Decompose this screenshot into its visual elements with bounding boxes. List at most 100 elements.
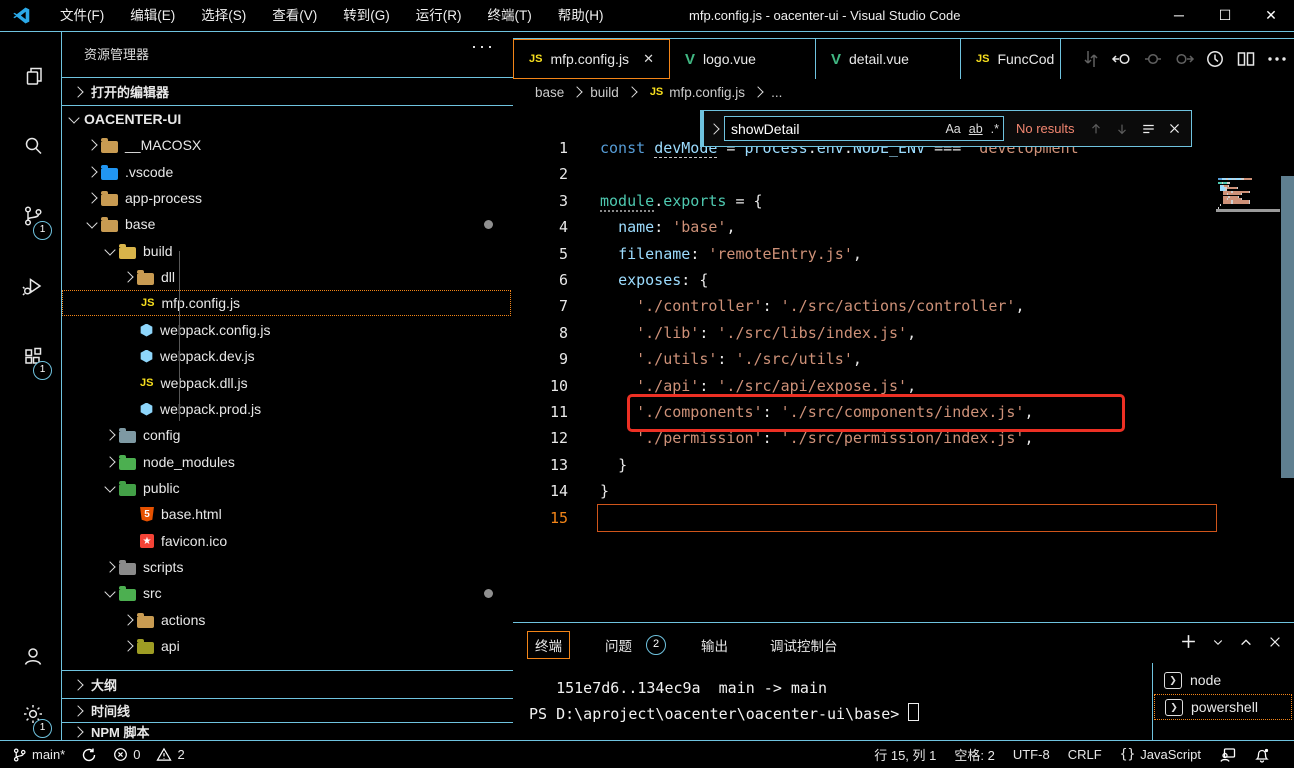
terminal-output[interactable]: 151e7d6..134ec9a main -> mainPS D:\aproj… bbox=[529, 675, 919, 727]
status-feedback[interactable] bbox=[1219, 747, 1236, 763]
status-cursor-position[interactable]: 行 15, 列 1 bbox=[874, 745, 936, 764]
tree-item-actions[interactable]: actions bbox=[62, 607, 511, 633]
regex-toggle[interactable]: .* bbox=[991, 122, 999, 136]
tree-item-base[interactable]: base bbox=[62, 211, 511, 237]
line-content: name: 'base', bbox=[600, 214, 735, 240]
minimize-button[interactable]: ─ bbox=[1156, 0, 1202, 31]
status-notifications[interactable] bbox=[1254, 747, 1270, 763]
tree-item-webpack.config.js[interactable]: webpack.config.js bbox=[62, 317, 511, 343]
timeline-button[interactable] bbox=[1202, 46, 1228, 72]
status-indentation[interactable]: 空格: 2 bbox=[954, 745, 994, 764]
terminal-dropdown-button[interactable] bbox=[1212, 636, 1224, 648]
activity-run-debug[interactable] bbox=[0, 260, 61, 312]
find-previous-icon[interactable] bbox=[1089, 122, 1103, 136]
menu-item-4[interactable]: 转到(G) bbox=[330, 0, 403, 31]
js-icon: JS bbox=[140, 377, 153, 389]
breadcrumb-item-...[interactable]: ... bbox=[771, 85, 782, 100]
tree-item-scripts[interactable]: scripts bbox=[62, 554, 511, 580]
tree-item-app-process[interactable]: app-process bbox=[62, 185, 511, 211]
section-1[interactable]: 时间线 bbox=[62, 698, 513, 722]
tab-detail.vue[interactable]: Vdetail.vue bbox=[816, 39, 961, 79]
breadcrumb-item-mfp.config.js[interactable]: JSmfp.config.js bbox=[645, 85, 745, 100]
tree-item-webpack.dev.js[interactable]: webpack.dev.js bbox=[62, 343, 511, 369]
status-eol[interactable]: CRLF bbox=[1068, 747, 1102, 762]
menu-item-2[interactable]: 选择(S) bbox=[188, 0, 259, 31]
status-git-branch[interactable]: main* bbox=[12, 747, 65, 763]
open-editors-section[interactable]: 打开的编辑器 bbox=[62, 77, 513, 106]
find-next-icon[interactable] bbox=[1115, 122, 1129, 136]
close-button[interactable]: ✕ bbox=[1248, 0, 1294, 31]
breadcrumb-item-base[interactable]: base bbox=[535, 85, 564, 100]
panel-tab-终端[interactable]: 终端 bbox=[527, 631, 570, 659]
section-2[interactable]: NPM 脚本 bbox=[62, 722, 513, 740]
toggle-replace-icon[interactable] bbox=[708, 123, 719, 134]
section-0[interactable]: 大纲 bbox=[62, 670, 513, 698]
status-sync[interactable] bbox=[81, 747, 97, 763]
maximize-button[interactable]: ☐ bbox=[1202, 0, 1248, 31]
panel-tab-label: 调试控制台 bbox=[763, 632, 845, 658]
menu-item-3[interactable]: 查看(V) bbox=[259, 0, 330, 31]
activity-extensions[interactable]: 1 bbox=[0, 330, 61, 382]
menu-item-6[interactable]: 终端(T) bbox=[475, 0, 545, 31]
tree-item-mfp.config.js[interactable]: JSmfp.config.js bbox=[62, 290, 511, 316]
match-case-toggle[interactable]: Aa bbox=[945, 122, 960, 136]
current-change-button[interactable] bbox=[1140, 46, 1166, 72]
sidebar-more-actions[interactable]: ··· bbox=[471, 36, 495, 57]
tab-FuncCod[interactable]: JSFuncCod bbox=[961, 39, 1061, 79]
status-warnings[interactable]: 2 bbox=[156, 747, 184, 762]
tree-item-config[interactable]: config bbox=[62, 422, 511, 448]
compare-changes-button[interactable] bbox=[1078, 46, 1104, 72]
menu-item-0[interactable]: 文件(F) bbox=[47, 0, 117, 31]
tree-item-build[interactable]: build bbox=[62, 238, 511, 264]
tab-logo.vue[interactable]: Vlogo.vue bbox=[670, 39, 816, 79]
tab-mfp.config.js[interactable]: JSmfp.config.js✕ bbox=[513, 39, 670, 79]
breadcrumb-item-build[interactable]: build bbox=[590, 85, 619, 100]
previous-change-button[interactable] bbox=[1109, 46, 1135, 72]
split-editor-button[interactable] bbox=[1233, 46, 1259, 72]
close-icon[interactable]: ✕ bbox=[643, 51, 654, 67]
tree-item-.vscode[interactable]: .vscode bbox=[62, 159, 511, 185]
tree-item-public[interactable]: public bbox=[62, 475, 511, 501]
panel-tab-问题[interactable]: 问题2 bbox=[598, 632, 666, 658]
close-panel-button[interactable] bbox=[1268, 635, 1282, 649]
activity-search[interactable] bbox=[0, 120, 61, 172]
tree-item-dll[interactable]: dll bbox=[62, 264, 511, 290]
status-encoding[interactable]: UTF-8 bbox=[1013, 747, 1050, 762]
new-terminal-button[interactable] bbox=[1180, 633, 1197, 650]
tree-item-webpack.prod.js[interactable]: webpack.prod.js bbox=[62, 396, 511, 422]
whole-word-toggle[interactable]: ab bbox=[969, 122, 983, 136]
activity-account[interactable] bbox=[0, 630, 61, 682]
tree-item-OACENTER-UI[interactable]: OACENTER-UI bbox=[62, 106, 511, 132]
tree-item-src[interactable]: src bbox=[62, 580, 511, 606]
terminal-instance-node[interactable]: ❯node bbox=[1154, 667, 1292, 693]
activity-settings[interactable]: 1 bbox=[0, 688, 61, 740]
tree-item-__MACOSX[interactable]: __MACOSX bbox=[62, 132, 511, 158]
panel-tab-调试控制台[interactable]: 调试控制台 bbox=[763, 632, 845, 658]
find-in-selection-icon[interactable] bbox=[1141, 122, 1156, 136]
maximize-panel-button[interactable] bbox=[1239, 635, 1253, 649]
status-language-mode[interactable]: {}JavaScript bbox=[1120, 747, 1201, 762]
find-input[interactable] bbox=[725, 121, 941, 137]
menu-item-5[interactable]: 运行(R) bbox=[403, 0, 475, 31]
minimap-line bbox=[1249, 191, 1250, 193]
line-number: 6 bbox=[513, 267, 568, 293]
tree-item-webpack.dll.js[interactable]: JSwebpack.dll.js bbox=[62, 370, 511, 396]
terminal-instance-powershell[interactable]: ❯powershell bbox=[1154, 694, 1292, 720]
activity-source-control[interactable]: 1 bbox=[0, 190, 61, 242]
menu-item-1[interactable]: 编辑(E) bbox=[117, 0, 188, 31]
tree-item-api[interactable]: api bbox=[62, 633, 511, 659]
panel-tab-输出[interactable]: 输出 bbox=[694, 632, 735, 658]
menu-item-7[interactable]: 帮助(H) bbox=[545, 0, 617, 31]
activity-explorer[interactable] bbox=[0, 50, 61, 102]
vertical-scrollbar[interactable] bbox=[1281, 176, 1294, 478]
find-close-icon[interactable] bbox=[1168, 122, 1181, 135]
next-change-button[interactable] bbox=[1171, 46, 1197, 72]
tree-item-favicon.ico[interactable]: ★favicon.ico bbox=[62, 528, 511, 554]
tree-item-label: favicon.ico bbox=[161, 533, 227, 549]
status-errors[interactable]: 0 bbox=[113, 747, 140, 762]
code-editor[interactable]: 1const devMode = process.env.NODE_ENV ==… bbox=[513, 105, 1294, 622]
tree-item-node_modules[interactable]: node_modules bbox=[62, 449, 511, 475]
more-actions-button[interactable] bbox=[1264, 46, 1290, 72]
minimap[interactable] bbox=[1216, 176, 1280, 321]
tree-item-base.html[interactable]: 5base.html bbox=[62, 501, 511, 527]
